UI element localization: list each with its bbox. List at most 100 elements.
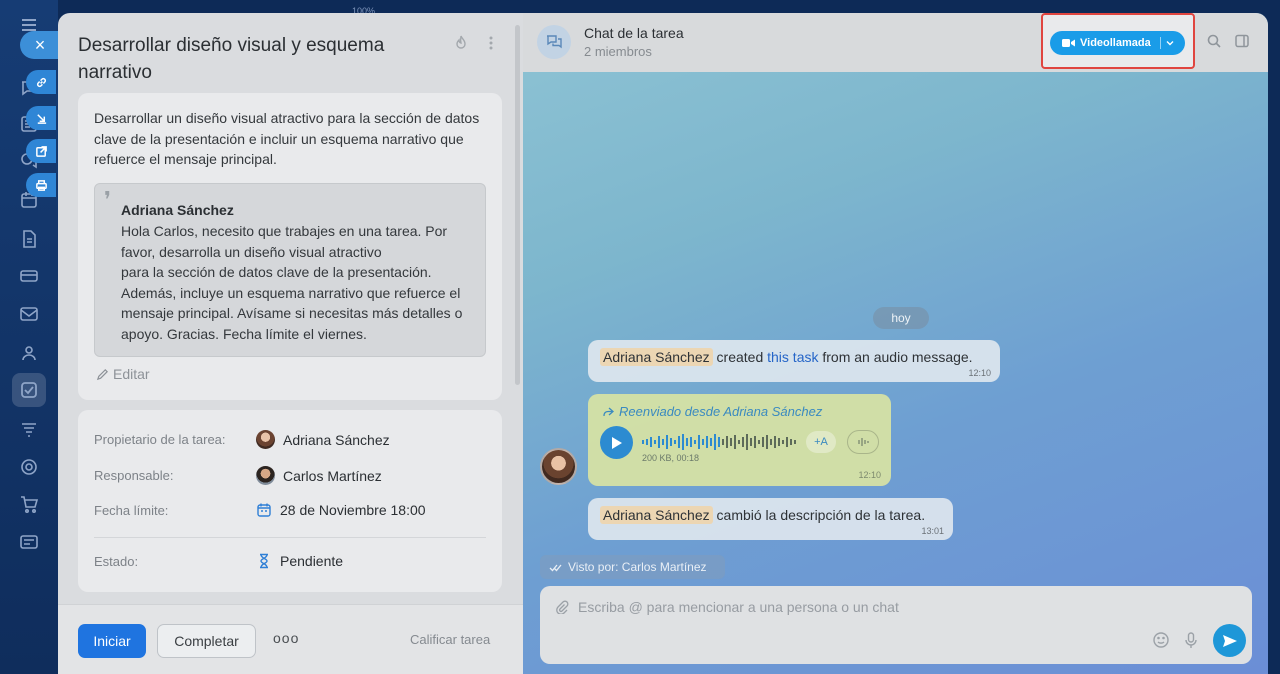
waveform-icon [858, 438, 869, 446]
search-icon[interactable] [1206, 33, 1222, 49]
edit-button[interactable]: Editar [96, 366, 150, 382]
video-call-button[interactable]: Videollamada [1050, 31, 1185, 55]
microphone-icon[interactable] [1182, 631, 1200, 649]
message-text: cambió la descripción de la tarea. [716, 507, 926, 523]
status-field: Estado: Pendiente [94, 553, 343, 569]
edit-label: Editar [113, 366, 150, 382]
status-text: Pendiente [280, 553, 344, 569]
minimize-button[interactable] [26, 106, 56, 130]
forwarded-header[interactable]: Reenviado desde Adriana Sánchez [602, 404, 822, 419]
send-button[interactable] [1213, 624, 1246, 657]
owner-label: Propietario de la tarea: [94, 432, 226, 447]
task-link[interactable]: this task [767, 349, 818, 365]
paperclip-icon[interactable] [555, 600, 569, 614]
camera-icon [1062, 38, 1075, 48]
owner-value[interactable]: Adriana Sánchez [256, 430, 390, 449]
quote-text: Hola Carlos, necesito que trabajes en un… [121, 221, 476, 344]
quote-line-1: Hola Carlos, necesito que trabajes en un… [121, 223, 448, 260]
message-time: 13:01 [921, 526, 944, 536]
document-icon[interactable] [19, 229, 39, 249]
more-vertical-icon[interactable] [483, 35, 499, 51]
scrollbar[interactable] [515, 25, 520, 385]
chevron-down-icon[interactable] [1166, 40, 1174, 46]
task-fields-card: Propietario de la tarea: Adriana Sánchez… [78, 410, 502, 592]
assignee-label: Responsable: [94, 468, 174, 483]
message-composer[interactable]: Escriba @ para mencionar a una persona o… [540, 586, 1252, 664]
quote-line-2: para la sección de datos clave de la pre… [121, 264, 463, 342]
task-chat-panel: Chat de la tarea 2 miembros Videollamada… [523, 13, 1268, 674]
forward-icon [603, 407, 614, 416]
complete-button[interactable]: Completar [157, 624, 256, 658]
close-icon: × [34, 34, 46, 55]
message-text-end: from an audio message. [822, 349, 973, 365]
status-label: Estado: [94, 553, 139, 569]
play-icon [612, 436, 622, 449]
open-new-window-button[interactable] [26, 139, 56, 163]
chat-title: Chat de la tarea [584, 25, 684, 41]
play-button[interactable] [600, 426, 633, 459]
flame-icon[interactable] [453, 35, 469, 51]
chat-members[interactable]: 2 miembros [584, 44, 652, 59]
task-title: Desarrollar diseño visual y esquema narr… [78, 35, 385, 83]
cart-icon[interactable] [19, 494, 39, 514]
task-slider: Desarrollar diseño visual y esquema narr… [58, 13, 1268, 674]
sender-avatar[interactable] [540, 448, 577, 485]
voice-meta: 200 KB, 00:18 [642, 453, 700, 463]
owner-avatar [256, 430, 275, 449]
drive-icon[interactable] [19, 266, 39, 286]
audio-waveform[interactable] [642, 434, 797, 450]
rate-task-link[interactable]: Calificar tarea [410, 632, 490, 647]
tasks-icon[interactable] [12, 373, 46, 407]
chat-bubbles-icon [547, 35, 562, 49]
voice-message: Reenviado desde Adriana Sánchez 200 KB, … [588, 394, 891, 486]
double-check-icon [549, 564, 562, 571]
fields-divider [94, 537, 486, 538]
button-separator [1159, 37, 1161, 49]
transcribe-button[interactable]: +A [806, 431, 836, 453]
print-button[interactable] [26, 173, 56, 197]
seen-by-indicator: Visto por: Carlos Martínez [540, 555, 725, 579]
deadline-text: 28 de Noviembre 18:00 [280, 502, 426, 518]
start-button[interactable]: Iniciar [78, 624, 146, 658]
hourglass-icon [256, 553, 272, 569]
chat-header: Chat de la tarea 2 miembros Videollamada [523, 13, 1268, 72]
print-icon [35, 179, 47, 191]
contacts-icon[interactable] [19, 343, 39, 363]
sites-icon[interactable] [19, 532, 39, 552]
close-slider-button[interactable]: × [20, 31, 60, 59]
seen-text: Visto por: Carlos Martínez [568, 560, 707, 574]
app-sidebar [0, 0, 58, 674]
emoji-icon[interactable] [1152, 631, 1170, 649]
deadline-label: Fecha límite: [94, 502, 169, 518]
copy-link-button[interactable] [26, 70, 56, 94]
quote-author: Adriana Sánchez [121, 202, 234, 218]
link-icon [36, 77, 46, 87]
message-time: 12:10 [968, 368, 991, 378]
composer-placeholder[interactable]: Escriba @ para mencionar a una persona o… [578, 599, 899, 615]
title-actions [453, 35, 499, 51]
mail-icon[interactable] [19, 304, 39, 324]
video-call-highlight: Videollamada [1041, 13, 1195, 69]
deadline-value[interactable]: 28 de Noviembre 18:00 [256, 502, 426, 518]
assignee-field: Responsable: Carlos Martínez [94, 466, 382, 485]
task-details-panel: Desarrollar diseño visual y esquema narr… [58, 13, 523, 674]
more-actions-button[interactable]: ooo [273, 630, 299, 646]
playback-speed-button[interactable] [847, 430, 879, 454]
assignee-avatar [256, 466, 275, 485]
goals-icon[interactable] [19, 457, 39, 477]
owner-field: Propietario de la tarea: Adriana Sánchez [94, 430, 390, 449]
filter-icon[interactable] [19, 419, 39, 439]
assignee-value[interactable]: Carlos Martínez [256, 466, 382, 485]
pencil-icon [96, 368, 108, 380]
description-card: Desarrollar un diseño visual atractivo p… [78, 93, 502, 400]
owner-name: Adriana Sánchez [283, 431, 390, 448]
author-mention[interactable]: Adriana Sánchez [600, 506, 713, 524]
sidebar-toggle-icon[interactable] [1234, 33, 1250, 49]
chat-avatar [537, 25, 571, 59]
author-mention[interactable]: Adriana Sánchez [600, 348, 713, 366]
task-footer: Iniciar Completar ooo Calificar tarea [58, 604, 523, 674]
external-link-icon [35, 145, 47, 157]
quote-block: ❜ Adriana Sánchez Hola Carlos, necesito … [94, 183, 486, 357]
minimize-icon [36, 113, 46, 124]
quote-icon: ❜ [104, 188, 112, 213]
